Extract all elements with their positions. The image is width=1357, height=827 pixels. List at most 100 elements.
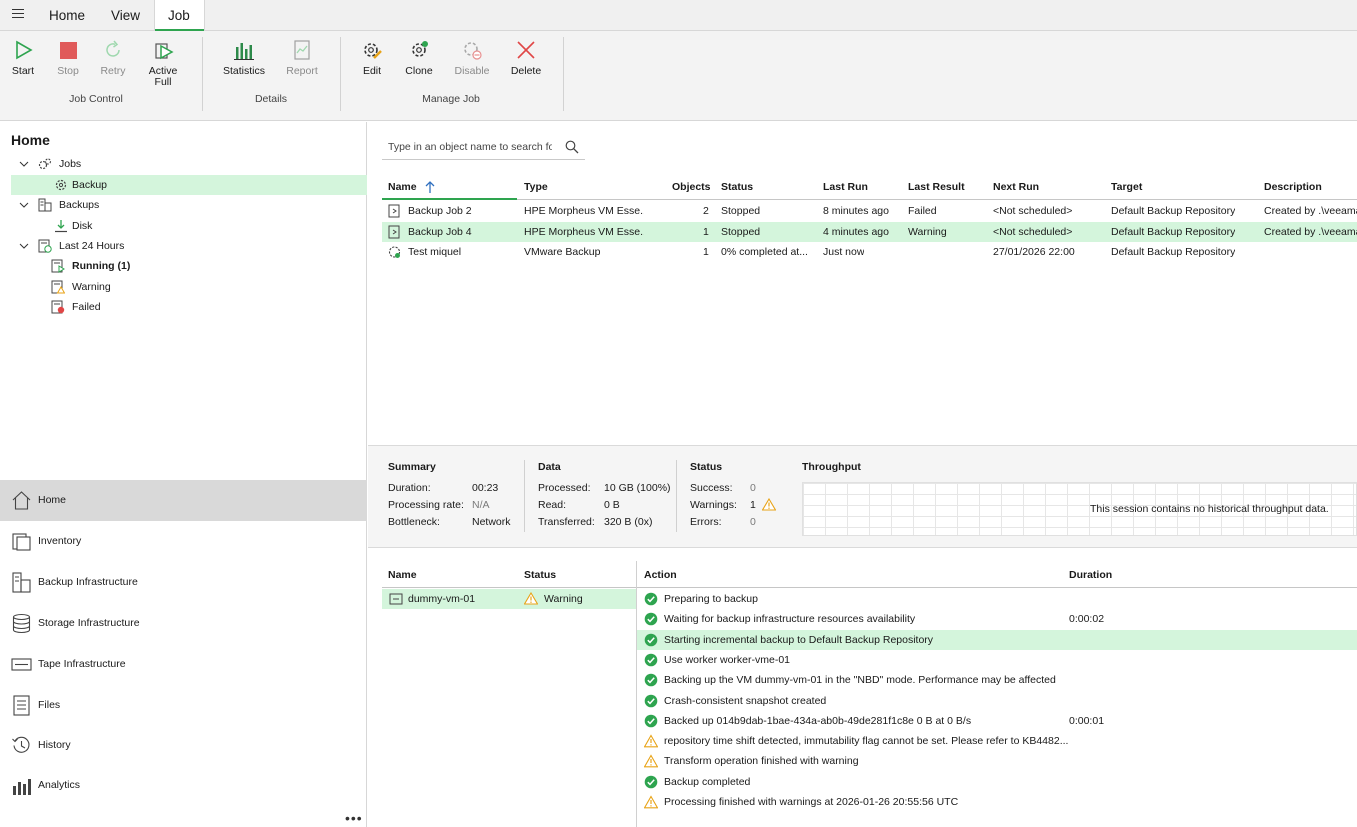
action-row[interactable]: Waiting for backup infrastructure resour… <box>637 609 1357 629</box>
tab-view[interactable]: View <box>98 0 153 31</box>
col-vm-status[interactable]: Status <box>524 569 556 581</box>
search-icon[interactable] <box>565 140 579 154</box>
table-row[interactable]: Test miquel VMware Backup 1 0% completed… <box>382 242 1357 262</box>
tree-item-disk[interactable]: Disk <box>11 216 367 236</box>
nav-analytics[interactable]: Analytics <box>0 765 367 806</box>
duration-value: 00:23 <box>472 482 499 494</box>
action-row[interactable]: Backing up the VM dummy-vm-01 in the "NB… <box>637 670 1357 690</box>
bottleneck-value: Network <box>472 516 511 528</box>
tree-item-running[interactable]: Running (1) <box>11 256 367 276</box>
action-text: Backup completed <box>664 775 751 788</box>
cell-name: Test miquel <box>408 246 462 258</box>
report-button[interactable]: Report <box>284 39 320 77</box>
hamburger-menu-icon[interactable] <box>12 9 24 19</box>
col-target[interactable]: Target <box>1111 181 1142 193</box>
col-description[interactable]: Description <box>1264 181 1322 193</box>
nav-tape-infrastructure[interactable]: Tape Infrastructure <box>0 644 367 685</box>
col-last-result[interactable]: Last Result <box>908 181 965 193</box>
action-text: Starting incremental backup to Default B… <box>664 633 934 646</box>
disable-button[interactable]: Disable <box>452 39 492 77</box>
action-row[interactable]: Crash-consistent snapshot created <box>637 691 1357 711</box>
col-name[interactable]: Name <box>388 181 417 193</box>
action-row[interactable]: Transform operation finished with warnin… <box>637 751 1357 771</box>
active-full-button[interactable]: Active Full <box>144 39 182 88</box>
chevron-down-icon[interactable] <box>19 200 29 210</box>
backups-icon <box>38 198 52 212</box>
col-vm-name[interactable]: Name <box>388 569 417 581</box>
action-row[interactable]: repository time shift detected, immutabi… <box>637 731 1357 751</box>
cell-last-result: Warning <box>908 226 947 238</box>
col-status[interactable]: Status <box>721 181 753 193</box>
more-options-button[interactable]: ••• <box>345 810 363 826</box>
col-type[interactable]: Type <box>524 181 548 193</box>
delete-button[interactable]: Delete <box>508 39 544 77</box>
nav-backup-infrastructure[interactable]: Backup Infrastructure <box>0 562 367 603</box>
action-row[interactable]: Backup completed <box>637 772 1357 792</box>
cell-last-run: Just now <box>823 246 865 258</box>
tree-item-failed[interactable]: Failed <box>11 297 367 317</box>
ribbon-separator <box>340 37 341 111</box>
statistics-icon <box>234 43 254 60</box>
action-row[interactable]: Preparing to backup <box>637 589 1357 609</box>
table-row[interactable]: Backup Job 4 HPE Morpheus VM Esse... 1 S… <box>382 222 1357 242</box>
action-text: Crash-consistent snapshot created <box>664 694 827 707</box>
tree-item-warning[interactable]: Warning <box>11 277 367 297</box>
nav-history[interactable]: History <box>0 725 367 766</box>
nav-files[interactable]: Files <box>0 685 367 726</box>
tree-label-backups: Backups <box>59 199 100 211</box>
action-row[interactable]: Backed up 014b9dab-1bae-434a-ab0b-49de28… <box>637 711 1357 731</box>
ribbon-separator <box>563 37 564 111</box>
nav-storage-infrastructure[interactable]: Storage Infrastructure <box>0 603 367 644</box>
cell-target: Default Backup Repository <box>1111 226 1236 238</box>
sort-ascending-icon[interactable] <box>425 180 435 193</box>
play-icon <box>16 40 33 60</box>
tree-label-running: Running (1) <box>72 260 131 272</box>
tab-job[interactable]: Job <box>154 0 205 32</box>
nav-home[interactable]: Home <box>0 480 367 521</box>
success-icon <box>644 714 658 728</box>
tree-label-disk: Disk <box>72 220 93 232</box>
action-row[interactable]: Starting incremental backup to Default B… <box>637 629 1357 650</box>
disable-label: Disable <box>454 65 490 77</box>
clone-job-icon <box>412 41 428 57</box>
col-duration[interactable]: Duration <box>1069 569 1112 581</box>
vm-list-header: Name Status <box>382 566 636 588</box>
nav-inventory[interactable]: Inventory <box>0 521 367 562</box>
nav-label-history: History <box>38 739 71 751</box>
warning-icon <box>644 734 658 748</box>
chevron-down-icon[interactable] <box>19 241 29 251</box>
cell-objects: 1 <box>703 226 709 238</box>
col-action[interactable]: Action <box>644 569 677 581</box>
tree-item-jobs[interactable]: Jobs <box>11 154 367 174</box>
action-row[interactable]: Processing finished with warnings at 202… <box>637 792 1357 812</box>
retry-button[interactable]: Retry <box>98 39 128 77</box>
vm-status: Warning <box>544 593 583 605</box>
cell-type: HPE Morpheus VM Esse... <box>524 205 644 217</box>
statistics-button[interactable]: Statistics <box>222 39 266 77</box>
col-objects[interactable]: Objects <box>672 181 711 193</box>
chevron-down-icon[interactable] <box>19 159 29 169</box>
status-title: Status <box>690 461 723 473</box>
vm-row[interactable]: dummy-vm-01 Warning <box>382 589 636 609</box>
action-row[interactable]: Use worker worker-vme-01 <box>637 650 1357 670</box>
start-button[interactable]: Start <box>8 39 38 77</box>
stop-button[interactable]: Stop <box>53 39 83 77</box>
clone-button[interactable]: Clone <box>403 39 435 77</box>
action-text: repository time shift detected, immutabi… <box>664 735 1069 748</box>
nav-label-home: Home <box>38 494 67 506</box>
col-last-run[interactable]: Last Run <box>823 181 868 193</box>
active-column-underline <box>382 198 517 200</box>
tab-home[interactable]: Home <box>36 0 98 31</box>
tree-item-backups[interactable]: Backups <box>11 195 367 215</box>
warnings-value: 1 <box>750 499 756 511</box>
action-text: Use worker worker-vme-01 <box>664 653 791 666</box>
running-icon <box>51 259 65 273</box>
edit-button[interactable]: Edit <box>357 39 387 77</box>
cell-name: Backup Job 4 <box>408 226 472 238</box>
tree-item-backup[interactable]: Backup <box>11 175 367 195</box>
tree-item-last-24-hours[interactable]: Last 24 Hours <box>11 236 367 256</box>
group-details: Details <box>254 93 288 105</box>
table-row[interactable]: Backup Job 2 HPE Morpheus VM Esse... 2 S… <box>382 201 1357 221</box>
col-next-run[interactable]: Next Run <box>993 181 1039 193</box>
search-input[interactable] <box>382 136 552 158</box>
